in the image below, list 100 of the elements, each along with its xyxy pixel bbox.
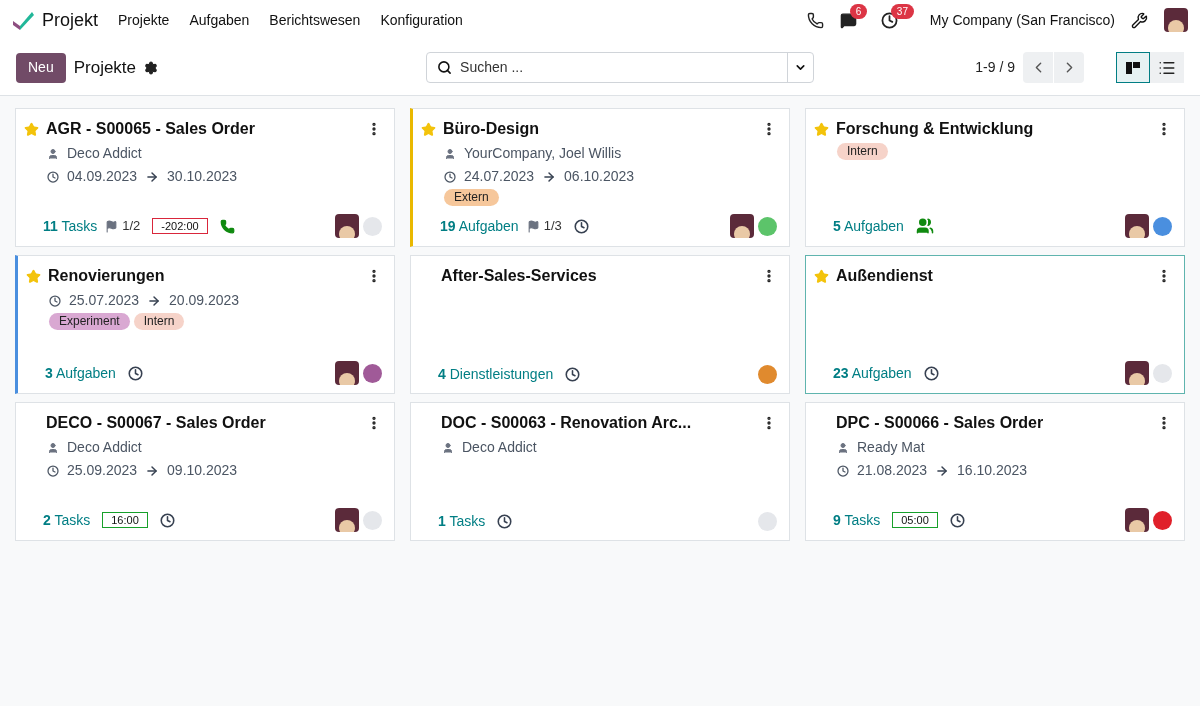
project-name: Außendienst [836, 266, 933, 286]
project-card[interactable]: Forschung & Entwicklung Intern 5 Aufgaben [805, 108, 1185, 247]
view-switch-button[interactable] [1116, 52, 1150, 83]
project-card[interactable]: After-Sales-Services 4 Dienstleistungen [410, 255, 790, 394]
start-date: 24.07.2023 [464, 167, 535, 186]
clock-icon[interactable] [949, 512, 965, 528]
task-count-link[interactable]: 11 Tasks [43, 215, 98, 237]
kanban-view-icon [1125, 59, 1141, 76]
project-card[interactable]: DECO - S00067 - Sales Order Deco Addict 25.09.2023 09.10.2023 2 Tasks 16:00 [15, 402, 395, 541]
menu-item[interactable]: Berichtswesen [269, 9, 361, 31]
search-icon [437, 60, 453, 75]
task-count-link[interactable]: 19 Aufgaben [440, 215, 519, 237]
notification-badge: 37 [890, 3, 914, 19]
person-icon [444, 147, 456, 160]
clock-icon[interactable] [159, 512, 175, 528]
start-date: 21.08.2023 [857, 461, 928, 480]
person-icon [837, 441, 849, 454]
clock-icon[interactable] [127, 365, 143, 381]
clock-icon[interactable] [565, 367, 581, 382]
project-card[interactable]: DOC - S00063 - Renovation Arc... Deco Addict 1 Tasks [410, 402, 790, 541]
milestone-count: 1/2 [122, 217, 141, 236]
project-card[interactable]: Renovierungen 25.07.2023 20.09.2023 Experiment Intern 3 Aufgaben [15, 255, 395, 394]
flag-icon [105, 219, 119, 233]
customer-name: Deco Addict [67, 144, 142, 163]
end-date: 06.10.2023 [564, 167, 635, 186]
menu-item[interactable]: Konfiguration [380, 9, 463, 31]
project-card[interactable]: Büro-Design YourCompany, Joel Willis 24.07.2023 06.10.2023 Extern 19 Aufgaben 1/3 [410, 108, 790, 247]
task-count-link[interactable]: 9 Tasks [833, 509, 881, 531]
arrow-icon [542, 169, 557, 184]
end-date: 09.10.2023 [167, 461, 238, 480]
pager-value[interactable]: 1-9 / 9 [975, 57, 1015, 78]
arrow-icon [145, 463, 160, 478]
arrow-icon [147, 293, 162, 308]
end-date: 20.09.2023 [169, 291, 240, 310]
project-name: AGR - S00065 - Sales Order [46, 119, 255, 139]
customer-name: Ready Mat [857, 438, 925, 457]
project-card[interactable]: DPC - S00066 - Sales Order Ready Mat 21.08.2023 16.10.2023 9 Tasks 05:00 [805, 402, 1185, 541]
clock-icon [444, 170, 456, 183]
task-count-link[interactable]: 23 Aufgaben [833, 362, 912, 384]
star-icon[interactable] [25, 268, 41, 284]
star-icon[interactable] [813, 121, 829, 137]
end-date: 30.10.2023 [167, 167, 238, 186]
app-title[interactable]: Projekt [42, 6, 99, 34]
clock-icon[interactable] [880, 11, 898, 29]
person-icon [47, 147, 59, 160]
arrow-icon [935, 463, 950, 478]
clock-icon[interactable] [573, 218, 589, 234]
clock-icon [47, 464, 59, 477]
new-button[interactable]: Neu [16, 52, 66, 83]
star-icon[interactable] [813, 268, 829, 284]
customer-name: Deco Addict [67, 438, 142, 457]
customer-name: YourCompany, Joel Willis [464, 144, 622, 163]
clock-icon[interactable] [923, 365, 939, 381]
company-name[interactable]: My Company (San Francisco) [929, 9, 1115, 31]
star-icon[interactable] [23, 121, 39, 137]
project-name: After-Sales-Services [441, 266, 597, 286]
milestone-count: 1/3 [543, 217, 562, 236]
start-date: 04.09.2023 [67, 167, 138, 186]
clock-icon [837, 464, 849, 477]
project-name: DECO - S00067 - Sales Order [46, 413, 266, 433]
project-name: DOC - S00063 - Renovation Arc... [441, 413, 692, 433]
notification-badge: 6 [849, 3, 868, 19]
settings-icon[interactable] [144, 60, 159, 75]
search-field[interactable]: Suchen ... [426, 52, 815, 83]
task-count-link[interactable]: 5 Aufgaben [833, 215, 904, 237]
team-icon[interactable] [915, 217, 934, 235]
phone-icon[interactable] [806, 11, 824, 29]
person-icon [442, 441, 454, 454]
time-badge: 16:00 [102, 512, 148, 528]
app-logo-icon[interactable] [12, 10, 34, 30]
task-count-link[interactable]: 3 Aufgaben [45, 362, 116, 384]
tag: Intern [837, 143, 888, 160]
task-count-link[interactable]: 4 Dienstleistungen [438, 364, 554, 385]
tag: Extern [444, 189, 499, 206]
project-card[interactable]: Außendienst 23 Aufgaben [805, 255, 1185, 394]
task-count-link[interactable]: 1 Tasks [438, 511, 486, 532]
star-icon[interactable] [420, 121, 436, 137]
task-count-link[interactable]: 2 Tasks [43, 509, 91, 531]
user-avatar [1164, 8, 1188, 32]
customer-name: Deco Addict [462, 438, 537, 457]
project-card[interactable]: AGR - S00065 - Sales Order Deco Addict 04.09.2023 30.10.2023 11 Tasks 1/2 -202:00 [15, 108, 395, 247]
menu-item[interactable]: Aufgaben [189, 9, 250, 31]
project-name: Forschung & Entwicklung [836, 119, 1034, 139]
project-name: Renovierungen [48, 266, 165, 286]
time-badge: 05:00 [892, 512, 938, 528]
page-title: Projekte [73, 56, 137, 79]
clock-icon[interactable] [497, 514, 513, 529]
time-badge: -202:00 [152, 218, 208, 234]
start-date: 25.09.2023 [67, 461, 138, 480]
tag: Intern [133, 313, 185, 330]
tag: Experiment [49, 313, 130, 330]
menu-item[interactable]: Projekte [118, 9, 170, 31]
project-name: DPC - S00066 - Sales Order [836, 413, 1044, 433]
search-input[interactable]: Suchen ... [460, 57, 788, 78]
view-switch-button[interactable] [1150, 52, 1184, 83]
person-icon [47, 441, 59, 454]
start-date: 25.07.2023 [69, 291, 140, 310]
tools-icon[interactable] [1131, 11, 1148, 29]
arrow-icon [145, 169, 160, 184]
clock-icon [47, 170, 59, 183]
